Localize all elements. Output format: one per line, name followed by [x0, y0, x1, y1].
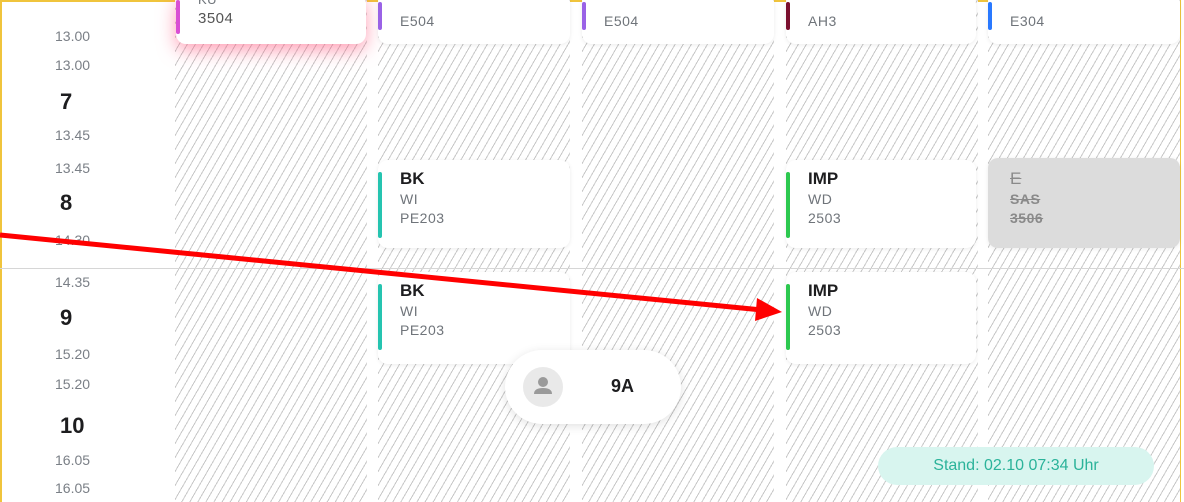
annotation-arrow [0, 232, 782, 321]
